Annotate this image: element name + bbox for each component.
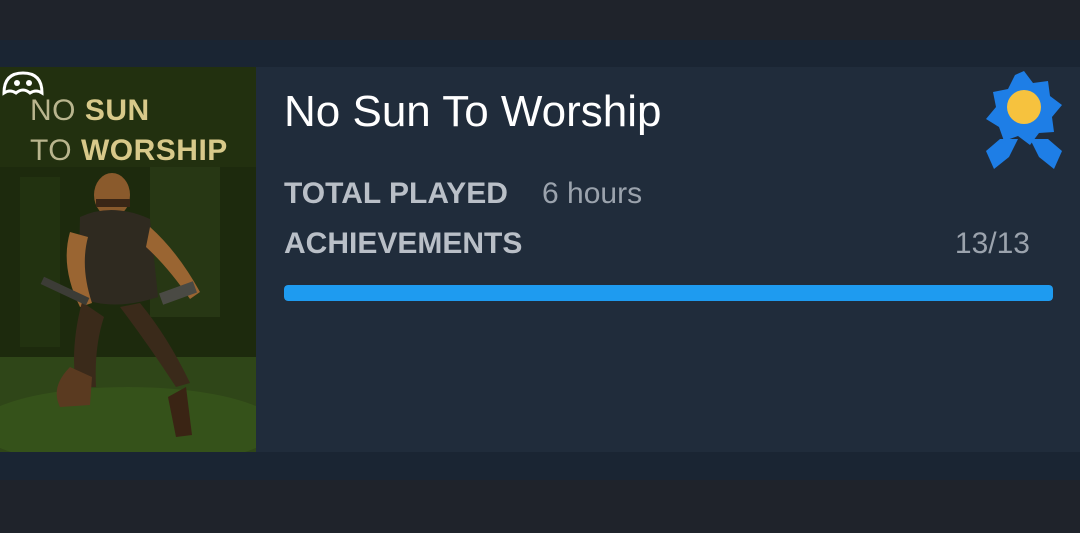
cover-title-line1-b: SUN [84, 94, 150, 127]
achievements-count: 13/13 [954, 227, 1030, 260]
game-title[interactable]: No Sun To Worship [284, 87, 661, 137]
achievements-progress-bar [284, 285, 1053, 301]
total-played-label: TOTAL PLAYED [284, 177, 508, 210]
perfect-completion-ribbon-icon [986, 71, 1062, 169]
cover-title-line2-a: TO [30, 134, 81, 167]
achievements-progress-fill [284, 285, 1053, 301]
cover-title-line2-b: WORSHIP [80, 134, 228, 167]
achievements-label: ACHIEVEMENTS [284, 227, 523, 260]
cover-title-text: NO SUN TO WORSHIP [30, 91, 228, 171]
total-played-value: 6 hours [542, 177, 643, 210]
top-strip [0, 0, 1080, 40]
game-card[interactable]: NO SUN TO WORSHIP No Sun To Worship TOTA… [0, 67, 1080, 452]
bottom-strip [0, 480, 1080, 533]
game-cover-image[interactable]: NO SUN TO WORSHIP [0, 67, 256, 452]
publisher-logo-icon [2, 71, 44, 96]
